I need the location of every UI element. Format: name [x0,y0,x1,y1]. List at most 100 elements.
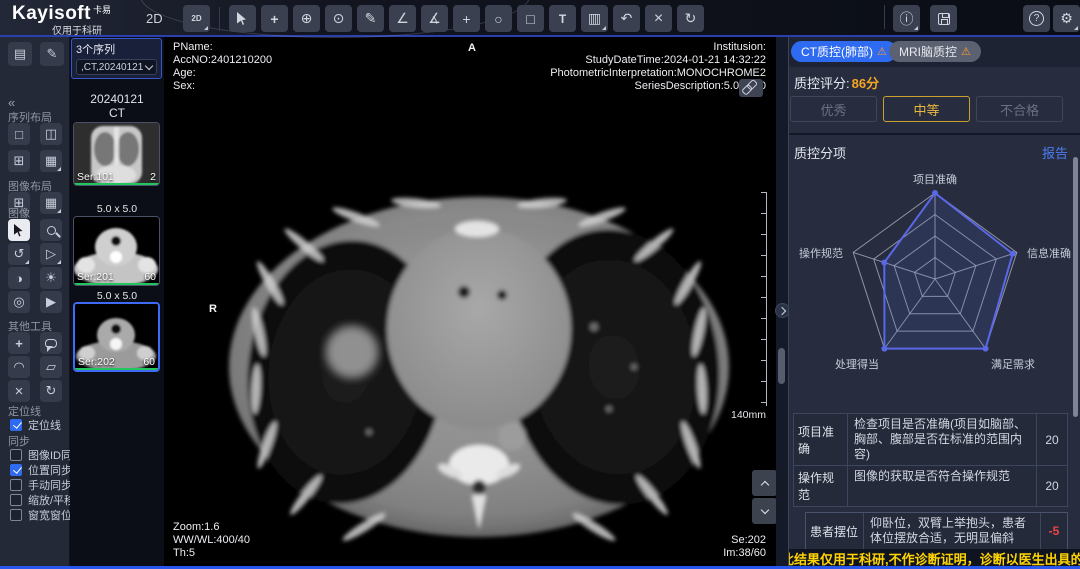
invert-button[interactable]: ◑ [8,267,30,289]
top-toolbar: Kayisoft卡易 仅用于科研 2D 2D + ⊕ ⊙ ✎ ∠ ∡ + ○ □… [0,0,1080,37]
table-row-patient-position[interactable]: 患者摆位 仰卧位，双臂上举抱头，患者体位摆放合适，无明显偏斜 -5 [806,513,1067,550]
panel-resize-strip[interactable] [776,37,788,566]
grade-medium-button[interactable]: 中等 [883,96,970,122]
layout-1x1-button[interactable]: □ [8,123,30,145]
2d-view-button[interactable]: 2D [183,5,210,32]
tab-ct-qc[interactable]: CT质控(肺部) ⚠ [791,41,897,62]
pacs-viewer-app: Kayisoft卡易 仅用于科研 2D 2D + ⊕ ⊙ ✎ ∠ ∡ + ○ □… [0,0,1080,569]
position-sync-checkbox[interactable] [10,464,22,476]
crosshair-tool-button[interactable]: + [8,332,30,354]
table-row-item-accuracy[interactable]: 项目准确 检查项目是否准确(项目如脑部、胸部、腹部是否在标准的范围内容) 20 [793,413,1068,466]
window-sync-row[interactable]: 窗宽窗位 [10,508,72,521]
layout-1x2-button[interactable]: ◫ [40,123,62,145]
report-edit-button[interactable]: ✎ [40,42,64,66]
link-icon [743,80,760,97]
panel-layout-icon: ▤ [14,46,26,62]
series-thumbnail-202-selected[interactable]: Ser:20260 [73,302,160,372]
grade-fail-button[interactable]: 不合格 [976,96,1063,122]
report-link[interactable]: 报告 [1042,143,1068,162]
main-image-viewport[interactable]: PName: AccNO:2401210200 Age: Sex: Instit… [164,37,776,566]
rotate-icon: ↺ [14,246,25,262]
image-info-button[interactable]: ▥ [581,5,608,32]
crosshair-button[interactable]: + [453,5,480,32]
orientation-marker-anterior: A [468,42,476,54]
angle-icon: ∠ [396,10,409,27]
series-indicator: Se:202 [723,534,766,547]
link-series-button[interactable] [739,79,763,97]
zoom-pan-sync-checkbox[interactable] [10,494,22,506]
panel-layout-button[interactable]: ▤ [8,42,32,66]
row-penalty-score: -5 [1041,513,1067,549]
protractor-icon: ◠ [13,359,24,375]
info-button[interactable]: ⓘ [893,5,920,32]
position-sync-row[interactable]: 位置同步 [10,463,72,476]
delete-button[interactable]: × [645,5,672,32]
delete-tool-button[interactable]: × [8,380,30,402]
cine-play-icon: ▶ [46,294,56,310]
cine-play-button[interactable]: ▶ [40,291,62,313]
series-count-label: 3个序列 [76,41,157,57]
undo-icon: ↶ [621,10,633,27]
zoom-level: Zoom:1.6 [173,521,250,534]
logo-text: Kayisoft [12,3,91,24]
grade-excellent-button[interactable]: 优秀 [790,96,877,122]
study-dropdown[interactable]: ,CT,20240121 [76,59,157,75]
zoom-in-button[interactable]: ⊕ [293,5,320,32]
brightness-button[interactable]: ☀ [40,267,62,289]
target-button[interactable]: ⊙ [325,5,352,32]
slice-thickness: Th:5 [173,547,250,560]
row-score: 20 [1037,414,1067,465]
pencil-button[interactable]: ✎ [357,5,384,32]
series-image-overlay: Se:202 Im:38/60 [723,534,766,560]
series-thumbnail-101[interactable]: Ser:1012 [73,122,160,186]
pan-icon: + [270,11,278,27]
collapse-sidebar-button[interactable]: « [8,95,15,110]
angle-button[interactable]: ∠ [389,5,416,32]
rectangle-button[interactable]: □ [517,5,544,32]
help-button[interactable]: ? [1023,5,1050,32]
cursor-button[interactable] [229,5,256,32]
pointer-button[interactable] [8,219,30,241]
locator-line-checkbox[interactable] [10,419,22,431]
crosshair-icon: + [462,11,470,27]
manual-sync-checkbox[interactable] [10,479,22,491]
settings-button[interactable]: ⚙ [1053,5,1080,32]
play-flag-button[interactable]: ▷ [40,243,62,265]
layout-2x2-button[interactable]: ⊞ [8,150,30,172]
text-annotation-button[interactable]: T [549,5,576,32]
layout-1x1-icon: □ [15,127,23,142]
layout-3x3-button[interactable]: ▦ [40,150,62,172]
pan-button[interactable]: + [261,5,288,32]
study-group-label[interactable]: 20240121 CT [70,92,164,120]
tab-mri-qc[interactable]: MRI脑质控 ⚠ [889,41,981,62]
next-image-button[interactable] [752,498,777,524]
tab-mri-qc-label: MRI脑质控 [899,43,957,60]
magnifier-button[interactable] [40,219,62,241]
save-button[interactable] [930,5,957,32]
study-modality: CT [70,106,164,120]
qc-score: 质控评分:86分 [794,73,879,92]
reset-tool-button[interactable]: ↻ [40,380,62,402]
img-layout-3x3-button[interactable]: ▦ [40,192,62,214]
image-id-sync-checkbox[interactable] [10,449,22,461]
ellipse-button[interactable]: ○ [485,5,512,32]
locator-line-checkbox-row[interactable]: 定位线 [10,418,61,431]
reset-button[interactable]: ↻ [677,5,704,32]
eraser-button[interactable]: ▱ [40,356,62,378]
cobb-angle-button[interactable]: ∡ [421,5,448,32]
comment-button[interactable] [40,332,62,354]
load-progress-bar [74,183,159,185]
zoom-pan-sync-row[interactable]: 缩放/平移 [10,493,75,506]
window-sync-checkbox[interactable] [10,509,22,521]
table-row-operation-standard[interactable]: 操作规范 图像的获取是否符合操作规范 20 [793,466,1068,507]
strip-scrollbar-thumb[interactable] [778,348,785,384]
undo-button[interactable]: ↶ [613,5,640,32]
rotate-button[interactable]: ↺ [8,243,30,265]
series-thumbnail-201[interactable]: Ser:20160 [73,216,160,286]
photometric-interpretation: PhotometricInterpretation:MONOCHROME2 [550,67,766,80]
protractor-button[interactable]: ◠ [8,356,30,378]
locate-button[interactable]: ◎ [8,291,30,313]
layout-3x3-icon: ▦ [45,153,57,169]
previous-image-button[interactable] [752,470,777,496]
manual-sync-row[interactable]: 手动同步 [10,478,72,491]
